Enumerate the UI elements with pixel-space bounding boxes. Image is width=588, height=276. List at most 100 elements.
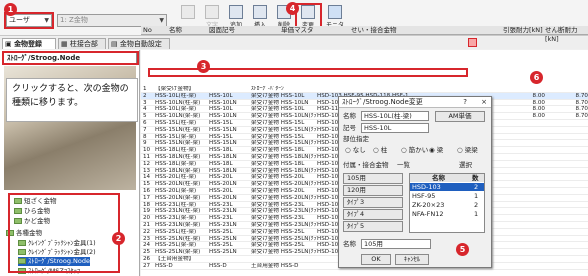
preset-item[interactable]: ﾀｲﾌﾟ5 xyxy=(343,221,403,232)
radio-label: 筋かい xyxy=(408,146,429,154)
table-cell: HSS-25L xyxy=(209,228,233,235)
table-cell: 3 xyxy=(143,99,147,106)
bottom-name-input[interactable]: 105用 xyxy=(361,239,431,249)
preset-item[interactable]: ﾀｲﾌﾟ4 xyxy=(343,209,403,220)
price-button[interactable]: AM単価 xyxy=(435,111,485,122)
table-cell: HSS-25LN(柱-梁) xyxy=(155,235,201,242)
symbol-input[interactable]: HSS-10L xyxy=(361,123,429,133)
step-badge-2: 2 xyxy=(112,232,125,245)
radio-label: 梁梁 xyxy=(464,146,478,154)
table-cell: HSS-10L xyxy=(209,106,233,113)
position-label: 部位指定 xyxy=(343,135,369,143)
list-item[interactable]: NFA-FN12 1 xyxy=(410,210,484,218)
preset-item[interactable]: 120用 xyxy=(343,185,403,196)
table-cell: HSS-23L xyxy=(209,201,233,208)
fastener-label: 付属・接合金物 xyxy=(343,161,389,169)
table-cell: HSS-25L xyxy=(209,242,233,249)
insert-row-icon xyxy=(253,5,267,19)
name-label: 名称 xyxy=(343,112,356,120)
table-cell: 8.00 xyxy=(532,92,545,99)
table-row[interactable]: 1 【梁受け金物】 ｽﾄﾛｰｸﾞ-ﾊﾟﾀｰﾝ xyxy=(141,86,588,93)
table-cell: HSS-15L xyxy=(209,133,233,140)
table-cell: HSS-20LN xyxy=(209,181,237,188)
radio-icon: ○ xyxy=(373,146,381,154)
position-radio[interactable]: ○ 筋かい xyxy=(401,146,428,155)
tab-column-joint[interactable]: ▦ 柱接合部 xyxy=(58,38,106,49)
table-cell: HSS-10L(柱-梁) xyxy=(155,92,197,99)
table-cell: HSS-18L(梁-梁) xyxy=(155,160,197,167)
table-cell: HSS-23LN(梁-梁) xyxy=(155,222,201,228)
table-cell: HSS-20L(柱-梁) xyxy=(155,174,197,181)
table-cell: 梁受け金物 HSS-15LN(ｸﾗﾌﾄ付) xyxy=(251,140,317,147)
name-input[interactable]: HSS-10L(柱-梁) xyxy=(361,111,429,121)
position-radio[interactable]: ○ なし xyxy=(345,146,366,155)
table-cell: HSS-15LN xyxy=(209,140,237,147)
table-cell: 梁受け金物 HSS-10L xyxy=(251,106,305,113)
list-item[interactable]: HSD-103 2 xyxy=(410,183,484,191)
list-item[interactable]: HSF-95 1 xyxy=(410,192,484,200)
tab-auto-setting[interactable]: ▤ 金物自動設定 xyxy=(108,38,170,49)
cancel-button[interactable]: ｷｬﾝｾﾙ xyxy=(395,254,429,265)
table-cell: 11 xyxy=(143,154,151,160)
table-cell: 梁受け金物 HSS-20L xyxy=(251,174,305,181)
copy-icon xyxy=(205,5,219,19)
table-cell: 16 xyxy=(143,188,151,194)
abc-icon xyxy=(181,5,195,19)
table-cell: HSS-23LN xyxy=(209,208,237,215)
table-cell: HSS-15L xyxy=(209,120,233,126)
table-cell: 梁受け金物 HSS-23LN(ｸﾗﾌﾄ付) xyxy=(251,208,317,215)
table-cell: 24 xyxy=(143,242,151,249)
tab-hardware-register[interactable]: ▣ 金物登録 xyxy=(2,38,56,49)
add-row-icon xyxy=(229,5,243,19)
table-cell: HSS-15LN xyxy=(209,126,237,133)
table-cell: HSS-15L(柱-梁) xyxy=(155,120,197,126)
fastener-name: ZK-20×23 xyxy=(412,201,445,209)
grid-header: No 名称 図面記号 単価マスタ せい・接合金物 引張耐力[kN] せん断耐力[… xyxy=(141,26,588,43)
table-cell: HSS-10LN(梁-梁) xyxy=(155,113,201,120)
list-item[interactable]: ZK-20×23 2 xyxy=(410,201,484,209)
table-cell: 梁受け金物 HSS-10L xyxy=(251,92,305,99)
table-cell: 14 xyxy=(143,174,151,181)
position-radio[interactable]: ◉ 梁 xyxy=(429,146,443,155)
column-header: 名称 xyxy=(432,174,445,182)
select-button[interactable]: 選択 xyxy=(459,161,472,170)
table-cell: HSS-18LN(梁-梁) xyxy=(155,167,201,174)
table-cell: HSS-10LN xyxy=(209,99,237,106)
ok-button[interactable]: OK xyxy=(361,254,391,265)
table-cell: HSS-18LN xyxy=(209,154,237,160)
table-cell: 梁受け金物 HSS-10LN(ｸﾗﾌﾄ付) xyxy=(251,113,317,120)
radio-icon: ○ xyxy=(401,146,409,154)
fastener-qty: 2 xyxy=(474,201,479,209)
close-icon[interactable]: × xyxy=(481,97,487,108)
table-cell: 梁受け金物 HSS-15L xyxy=(251,120,305,126)
table-cell: 梁受け金物 HSS-18L xyxy=(251,147,305,154)
bottom-name-label: 名称 xyxy=(343,240,356,248)
tab-bar: ▣ 金物登録 ▦ 柱接合部 ▤ 金物自動設定 xyxy=(0,37,588,49)
table-cell: 梁受け金物 HSS-23L xyxy=(251,215,305,222)
table-cell: 19 xyxy=(143,208,151,215)
fastener-name: HSD-103 xyxy=(412,183,441,191)
table-cell: 8.00 xyxy=(532,99,545,106)
table-cell: HSS-23L(柱-梁) xyxy=(155,201,197,208)
table-cell: 6 xyxy=(143,120,147,126)
radio-icon: ○ xyxy=(345,146,353,154)
table-cell: HSS-18L xyxy=(209,160,233,167)
tab-label: 金物自動設定 xyxy=(119,40,162,48)
callout-note: クリックすると、次の金物の種類に移ります。 xyxy=(6,78,138,122)
table-cell: HSS-15LN(梁-梁) xyxy=(155,140,201,147)
auto-icon: ▤ xyxy=(111,40,118,48)
tab-label: 柱接合部 xyxy=(69,40,98,48)
preset-item[interactable]: ﾀｲﾌﾟ3 xyxy=(343,197,403,208)
highlight-box-header xyxy=(2,51,139,65)
table-cell: HSS-18L(柱-梁) xyxy=(155,147,197,154)
table-cell: 21 xyxy=(143,222,151,228)
table-cell: 梁受け金物 HSS-25LN(ｸﾗﾌﾄ付) xyxy=(251,235,317,242)
table-cell: HSS-20L xyxy=(209,188,233,194)
position-radio[interactable]: ○ 梁梁 xyxy=(457,146,478,155)
position-radio[interactable]: ○ 柱 xyxy=(373,146,387,155)
table-cell: HSS-20LN(梁-梁) xyxy=(155,194,201,201)
help-icon[interactable]: ? xyxy=(463,97,467,108)
preset-item[interactable]: 105用 xyxy=(343,173,403,184)
table-cell: 梁受け金物 HSS-20LN(ｸﾗﾌﾄ付) xyxy=(251,194,317,201)
chevron-down-icon: ▼ xyxy=(159,17,164,24)
